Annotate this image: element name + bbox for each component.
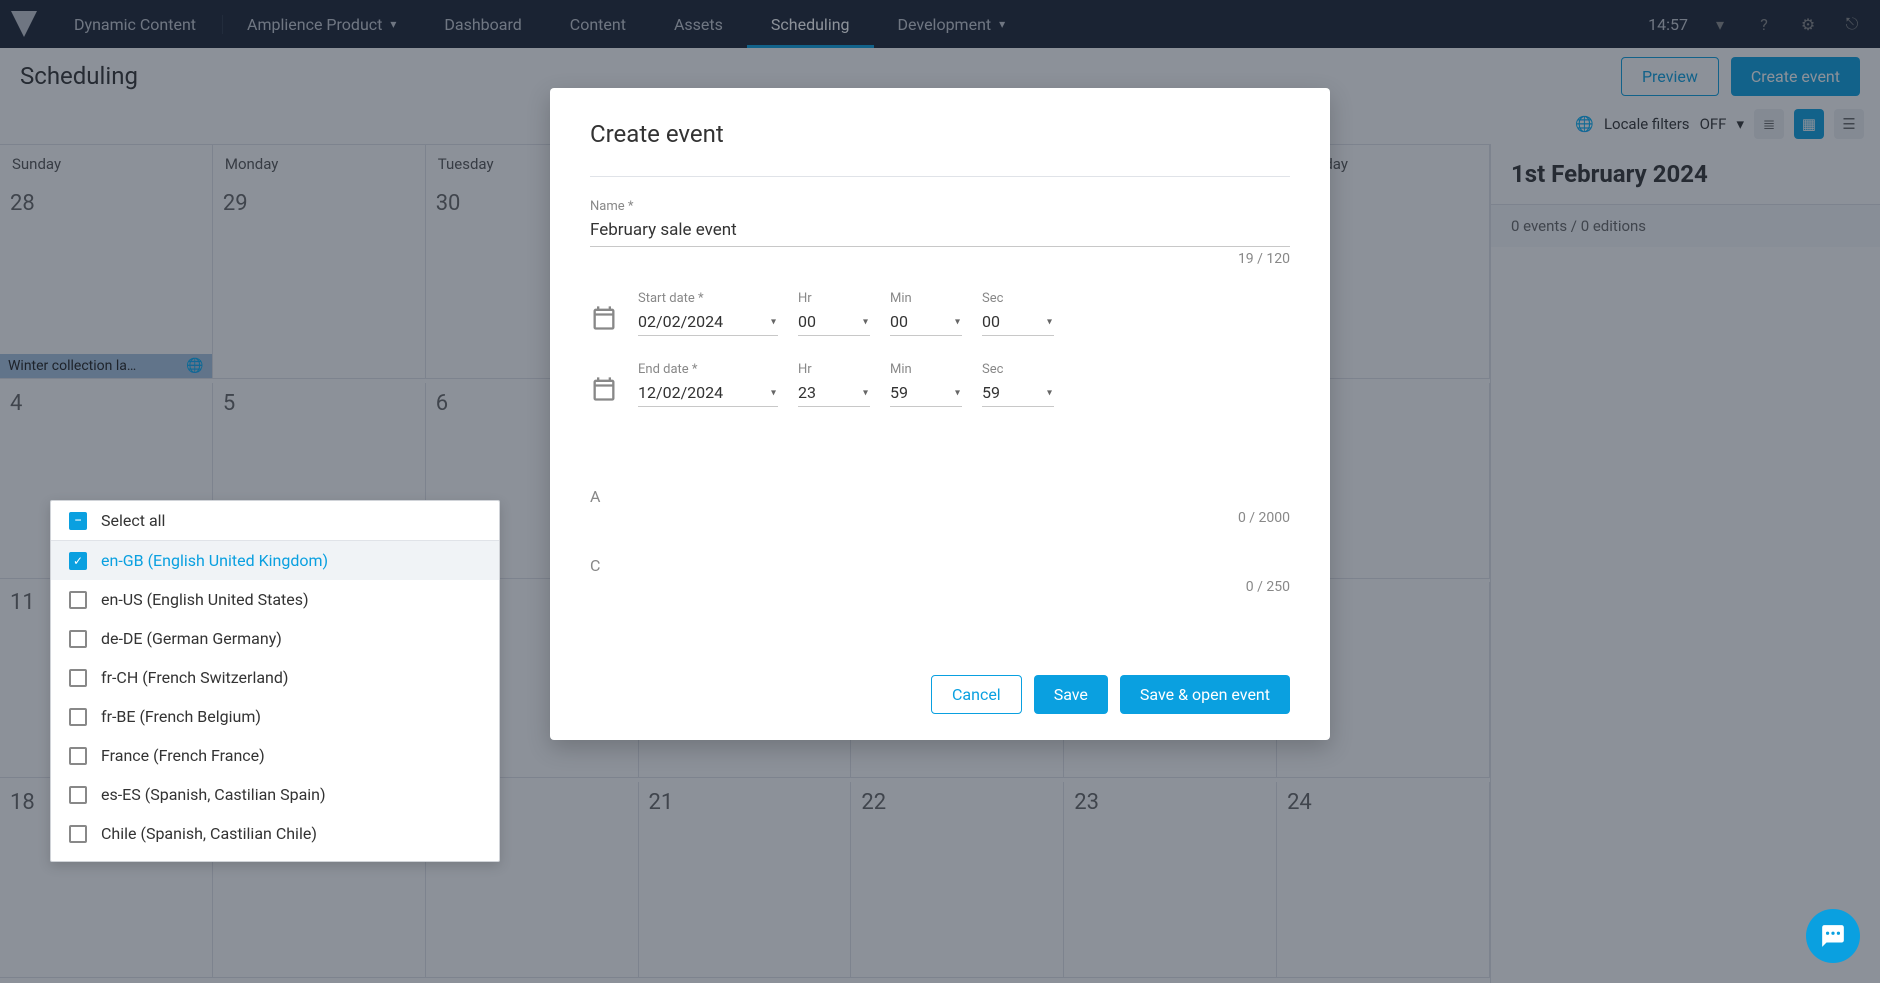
start-hour-select[interactable] [798, 308, 870, 336]
locale-option[interactable]: fr-CH (French Switzerland) [51, 658, 499, 697]
locale-option[interactable]: Colombia (Spanish, Castilian Colombia) [51, 853, 499, 861]
checkbox-partial-icon: − [69, 512, 87, 530]
modal-title: Create event [590, 120, 1290, 148]
checkbox-icon: ✓ [69, 552, 87, 570]
comment-char-count: 0 / 250 [1246, 579, 1290, 595]
comment-field[interactable]: C [590, 556, 600, 575]
chat-fab[interactable] [1806, 909, 1860, 963]
save-button[interactable]: Save [1034, 675, 1108, 714]
end-date-input[interactable] [638, 379, 778, 407]
checkbox-icon [69, 591, 87, 609]
modal-overlay: Create event Name * 19 / 120 Start date … [0, 0, 1880, 983]
locale-dropdown[interactable]: − Select all ✓en-GB (English United King… [50, 500, 500, 862]
locale-option[interactable]: ✓en-GB (English United Kingdom) [51, 541, 499, 580]
checkbox-icon [69, 747, 87, 765]
cancel-button[interactable]: Cancel [931, 675, 1022, 714]
brief-field[interactable]: A [590, 487, 600, 506]
locale-option[interactable]: en-US (English United States) [51, 580, 499, 619]
locale-option[interactable]: de-DE (German Germany) [51, 619, 499, 658]
name-label: Name * [590, 199, 1290, 214]
name-char-count: 19 / 120 [1238, 251, 1290, 267]
checkbox-icon [69, 630, 87, 648]
save-open-button[interactable]: Save & open event [1120, 675, 1290, 714]
start-date-input[interactable] [638, 308, 778, 336]
locale-option[interactable]: France (French France) [51, 736, 499, 775]
end-sec-select[interactable] [982, 379, 1054, 407]
chat-icon [1820, 923, 1846, 949]
create-event-modal: Create event Name * 19 / 120 Start date … [550, 88, 1330, 740]
locale-option[interactable]: es-ES (Spanish, Castilian Spain) [51, 775, 499, 814]
checkbox-icon [69, 825, 87, 843]
checkbox-icon [69, 669, 87, 687]
calendar-icon [590, 375, 618, 403]
name-input[interactable] [590, 214, 1290, 247]
start-min-select[interactable] [890, 308, 962, 336]
locale-option[interactable]: fr-BE (French Belgium) [51, 697, 499, 736]
locale-option[interactable]: Chile (Spanish, Castilian Chile) [51, 814, 499, 853]
end-min-select[interactable] [890, 379, 962, 407]
calendar-icon [590, 304, 618, 332]
start-sec-select[interactable] [982, 308, 1054, 336]
end-hour-select[interactable] [798, 379, 870, 407]
checkbox-icon [69, 708, 87, 726]
checkbox-icon [69, 786, 87, 804]
select-all-option[interactable]: − Select all [51, 501, 499, 541]
brief-char-count: 0 / 2000 [1238, 510, 1290, 526]
end-date-label: End date * [638, 362, 778, 377]
start-date-label: Start date * [638, 291, 778, 306]
